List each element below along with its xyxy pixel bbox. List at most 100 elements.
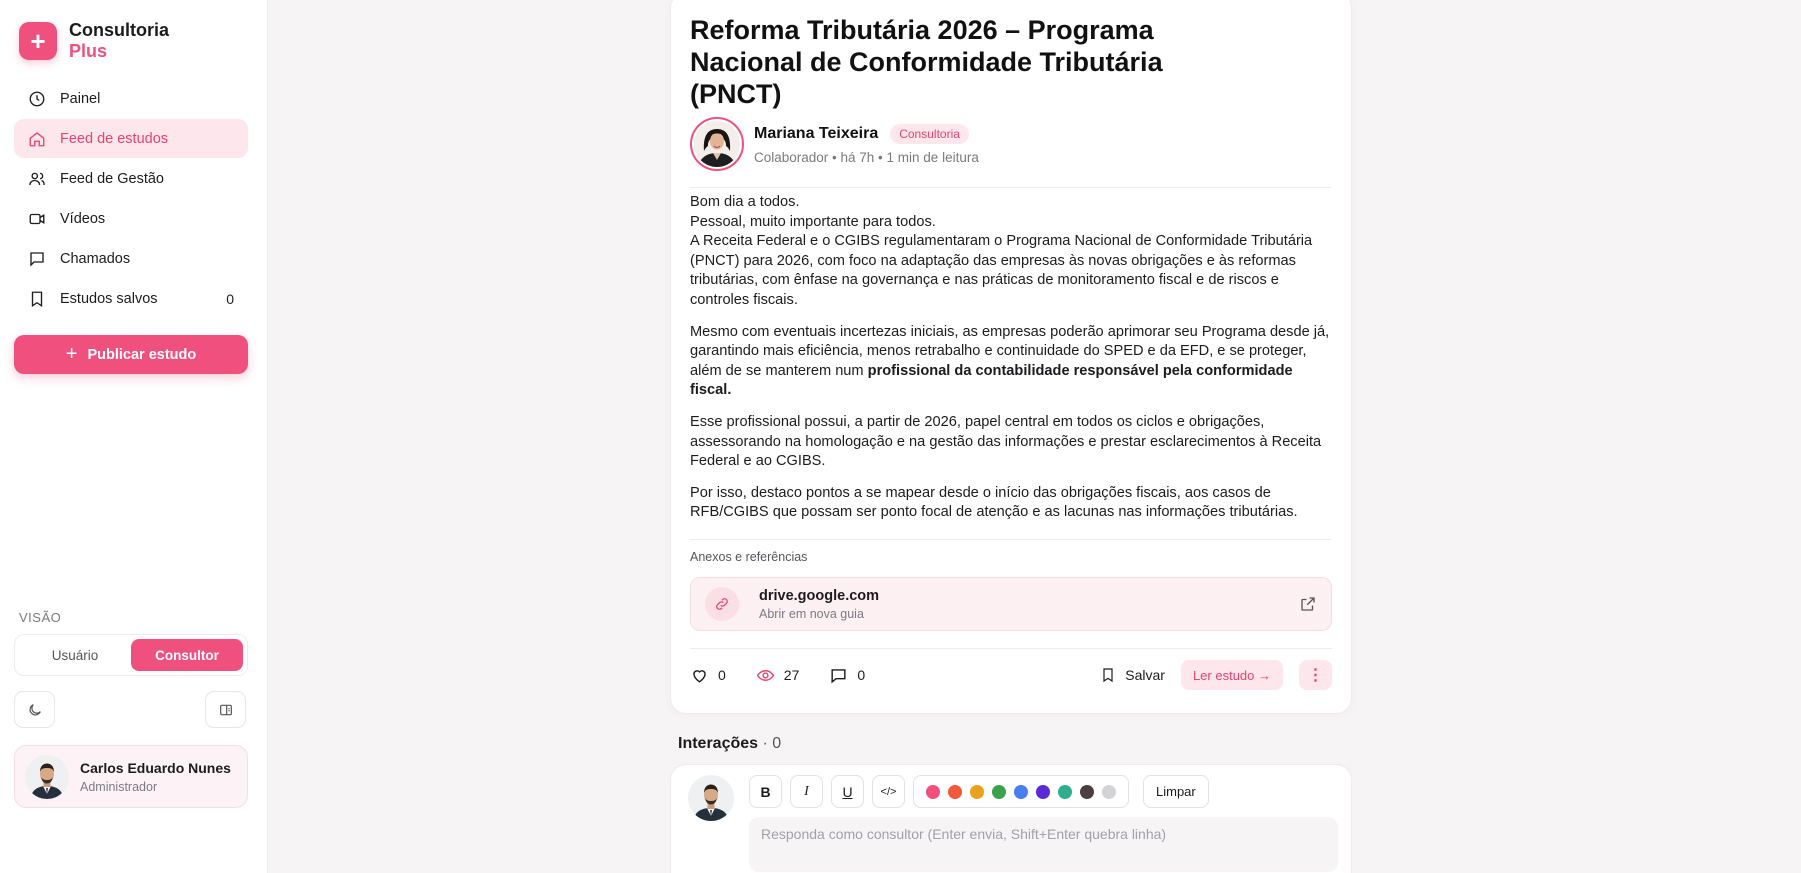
post-actions: 0 27 0 Salvar Ler estudo → ⋮	[690, 659, 1332, 691]
sidebar-item-label: Estudos salvos	[60, 290, 158, 307]
sidebar-item-label: Feed de estudos	[60, 130, 169, 147]
read-study-button[interactable]: Ler estudo →	[1180, 660, 1283, 690]
sidebar-item-label: Feed de Gestão	[60, 170, 164, 187]
vision-option-consultor[interactable]: Consultor	[131, 639, 243, 671]
post-title: Reforma Tributária 2026 – Programa Nacio…	[690, 15, 1163, 109]
color-swatch[interactable]	[948, 784, 962, 799]
author-row: Mariana Teixeira Consultoria Colaborador…	[690, 117, 1332, 171]
plus-icon: +	[65, 343, 78, 365]
format-toolbar: B I U </> Limpar	[749, 775, 1209, 808]
plus-icon: +	[19, 22, 57, 60]
brand-name: Consultoria	[69, 20, 170, 40]
comment-count: 0	[857, 667, 866, 683]
color-palette	[913, 775, 1129, 808]
author-name[interactable]: Mariana Teixeira	[754, 125, 878, 143]
user-name: Carlos Eduardo Nunes	[80, 759, 231, 776]
post-card: Reforma Tributária 2026 – Programa Nacio…	[670, 0, 1352, 714]
interactions-header: Interações · 0	[678, 735, 781, 753]
sidebar-item-label: Vídeos	[60, 210, 106, 227]
divider	[690, 539, 1332, 540]
bold-button[interactable]: B	[749, 775, 782, 808]
users-icon	[28, 170, 46, 188]
brand[interactable]: + Consultoria Plus	[19, 20, 169, 62]
reply-input[interactable]	[749, 817, 1338, 872]
external-link-icon[interactable]	[1299, 595, 1317, 613]
color-swatch[interactable]	[1080, 784, 1094, 799]
avatar	[688, 775, 734, 821]
color-swatch[interactable]	[1014, 784, 1028, 799]
bookmark-icon	[28, 290, 46, 308]
user-role: Administrador	[80, 779, 158, 794]
divider	[690, 648, 1332, 649]
link-icon	[705, 587, 739, 621]
clock-icon	[28, 90, 46, 108]
save-label: Salvar	[1125, 667, 1165, 683]
divider	[690, 187, 1332, 188]
paragraph-2: Mesmo com eventuais incertezas iniciais,…	[690, 323, 1330, 401]
saved-count: 0	[226, 290, 234, 307]
body-line: Bom dia a todos.	[690, 194, 800, 210]
sidebar-item-estudos-salvos[interactable]: Estudos salvos 0	[14, 279, 248, 318]
post-body: Bom dia a todos. Pessoal, muito important…	[690, 193, 1330, 535]
attachment-title: drive.google.com	[759, 587, 880, 604]
more-options-button[interactable]: ⋮	[1299, 660, 1332, 690]
bookmark-icon	[1103, 668, 1113, 683]
heart-icon	[693, 669, 706, 683]
interactions-count: · 0	[762, 735, 782, 752]
sidebar-item-painel[interactable]: Painel	[14, 79, 248, 118]
sidebar-item-feed-gestao[interactable]: Feed de Gestão	[14, 159, 248, 198]
sidebar-item-label: Painel	[60, 90, 101, 107]
code-button[interactable]: </>	[872, 775, 905, 808]
comment-icon	[831, 668, 846, 683]
view-count: 27	[783, 667, 800, 683]
sidebar-item-chamados[interactable]: Chamados	[14, 239, 248, 278]
attachment-link[interactable]: drive.google.com Abrir em nova guia	[690, 577, 1332, 631]
color-swatch[interactable]	[1102, 784, 1116, 799]
italic-button[interactable]: I	[790, 775, 823, 808]
color-swatch[interactable]	[970, 784, 984, 799]
current-user-card[interactable]: Carlos Eduardo Nunes Administrador	[14, 745, 248, 808]
comment-button[interactable]: 0	[829, 666, 865, 685]
vision-option-usuario[interactable]: Usuário	[19, 639, 131, 671]
eye-icon	[756, 669, 775, 681]
sidebar-item-feed-estudos[interactable]: Feed de estudos	[14, 119, 248, 158]
views-indicator: 27	[756, 666, 800, 685]
attachments-label: Anexos e referências	[690, 550, 808, 564]
save-button[interactable]: Salvar	[1100, 667, 1165, 683]
vision-label: VISÃO	[19, 610, 62, 625]
sidebar-nav: Painel Feed de estudos Feed de Gestão Ví…	[14, 79, 248, 319]
like-count: 0	[718, 667, 726, 683]
video-icon	[28, 210, 46, 228]
author-avatar[interactable]	[690, 117, 744, 171]
clear-button[interactable]: Limpar	[1143, 775, 1209, 808]
sidebar-item-videos[interactable]: Vídeos	[14, 199, 248, 238]
underline-button[interactable]: U	[831, 775, 864, 808]
collapse-sidebar-button[interactable]	[205, 691, 246, 728]
publish-study-button[interactable]: + Publicar estudo	[14, 335, 248, 374]
body-line: Pessoal, muito importante para todos.	[690, 213, 936, 230]
color-swatch[interactable]	[1058, 784, 1072, 799]
attachment-subtitle: Abrir em nova guia	[759, 606, 864, 621]
color-swatch[interactable]	[992, 784, 1006, 799]
color-swatch[interactable]	[926, 784, 940, 799]
author-meta: Colaborador • há 7h • 1 min de leitura	[754, 149, 979, 165]
paragraph-1: Bom dia a todos. Pessoal, muito important…	[690, 193, 1330, 311]
sidebar: + Consultoria Plus Painel Feed de estudo…	[0, 0, 268, 873]
home-icon	[28, 130, 46, 148]
vision-toggle: Usuário Consultor	[14, 634, 248, 676]
avatar	[25, 754, 69, 799]
moon-icon	[29, 703, 41, 715]
theme-toggle-button[interactable]	[14, 691, 55, 728]
chat-icon	[28, 250, 46, 268]
like-button[interactable]: 0	[690, 666, 726, 685]
panel-icon	[219, 704, 232, 715]
paragraph-4: Por isso, destaco pontos a se mapear des…	[690, 484, 1298, 521]
reply-box: B I U </> Limpar	[670, 764, 1352, 873]
body-line: A Receita Federal e o CGIBS regulamentar…	[690, 233, 1313, 308]
brand-sub: Plus	[69, 41, 108, 61]
publish-label: Publicar estudo	[87, 346, 197, 363]
paragraph-3: Esse profissional possui, a partir de 20…	[690, 413, 1322, 470]
interactions-label: Interações	[678, 735, 759, 752]
color-swatch[interactable]	[1036, 784, 1050, 799]
author-tag-badge: Consultoria	[890, 123, 969, 144]
